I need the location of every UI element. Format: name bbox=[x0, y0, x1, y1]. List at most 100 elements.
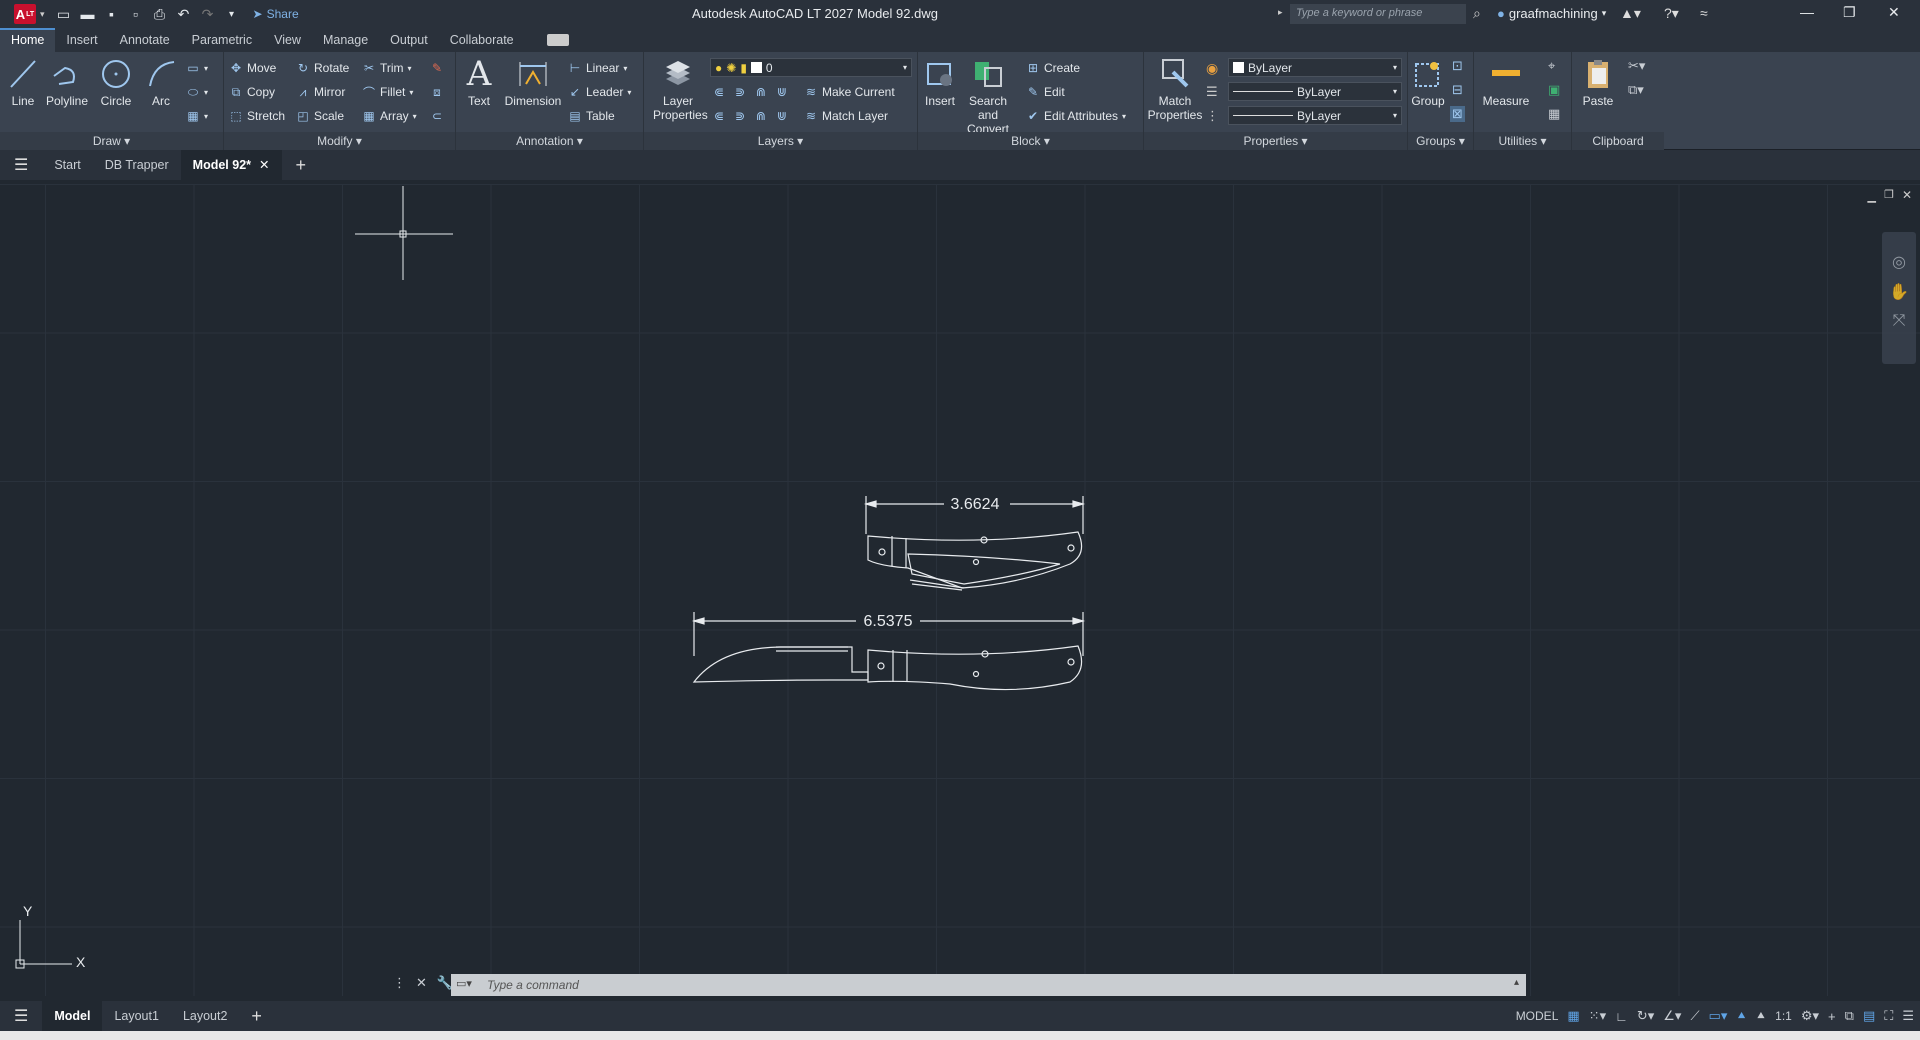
ungroup-icon[interactable]: ⊡ bbox=[1452, 58, 1463, 74]
ribbon-display-toggle-icon[interactable] bbox=[546, 34, 569, 46]
dimension-bottom-text[interactable]: 6.5375 bbox=[864, 613, 913, 630]
clean-screen-icon[interactable]: ⛶ bbox=[1884, 1008, 1893, 1024]
offset-button[interactable]: ⊂ bbox=[430, 106, 444, 126]
hamburger-menu-icon[interactable]: ☰ bbox=[0, 155, 42, 175]
autodesk-app-store-icon[interactable]: ▲▾ bbox=[1620, 5, 1641, 22]
grip-icon[interactable]: ⋮ bbox=[393, 975, 406, 991]
share-button[interactable]: ➤ Share bbox=[253, 7, 299, 21]
minimize-window-icon[interactable]: — bbox=[1800, 4, 1814, 20]
tab-collaborate[interactable]: Collaborate bbox=[439, 28, 525, 52]
close-window-icon[interactable]: ✕ bbox=[1888, 4, 1900, 21]
object-snap-icon[interactable]: ⟋ bbox=[1690, 1008, 1699, 1024]
knife-drawing[interactable]: 3.6624 6.5375 bbox=[680, 484, 1100, 734]
paste-button[interactable]: Paste bbox=[1578, 56, 1618, 108]
redo-icon[interactable]: ↷ bbox=[199, 5, 217, 23]
draw-panel-label[interactable]: Draw ▾ bbox=[0, 132, 223, 150]
ortho-icon[interactable]: ∟ bbox=[1615, 1009, 1628, 1024]
insert-button[interactable]: Insert bbox=[922, 56, 958, 108]
group-selection-icon[interactable]: ⊠ bbox=[1450, 106, 1465, 122]
units-icon[interactable]: ⧉ bbox=[1845, 1008, 1854, 1024]
match-properties-button[interactable]: Match Properties bbox=[1146, 56, 1204, 122]
object-snap-tracking-icon[interactable]: ∠▾ bbox=[1663, 1008, 1681, 1024]
trim-button[interactable]: ✂ Trim ▾ bbox=[362, 58, 412, 78]
doc-tab-model-92[interactable]: Model 92* ✕ bbox=[180, 150, 282, 180]
grid-icon[interactable]: ▦ bbox=[1567, 1008, 1579, 1024]
color-dropdown[interactable]: ByLayer ▾ bbox=[1228, 58, 1402, 77]
annotation-scale-button[interactable]: 1:1 bbox=[1775, 1009, 1792, 1023]
model-space-button[interactable]: MODEL bbox=[1516, 1009, 1559, 1023]
command-input[interactable]: Type a command bbox=[451, 974, 1526, 996]
rectangle-button[interactable]: ▭ ▾ bbox=[186, 58, 208, 78]
block-panel-label[interactable]: Block ▾ bbox=[918, 132, 1143, 150]
workspace-gear-icon[interactable]: ⚙▾ bbox=[1801, 1008, 1819, 1024]
viewport-minimize-icon[interactable]: ▁ bbox=[1868, 190, 1876, 203]
group-edit-icon[interactable]: ⊟ bbox=[1452, 82, 1463, 98]
utilities-panel-label[interactable]: Utilities ▾ bbox=[1474, 132, 1571, 150]
circle-button[interactable]: Circle bbox=[96, 56, 136, 108]
print-icon[interactable]: ⎙ bbox=[151, 5, 169, 23]
tab-annotate[interactable]: Annotate bbox=[109, 28, 181, 52]
layer-off-icon[interactable]: ⋐ bbox=[712, 85, 726, 99]
quick-select-icon[interactable]: ⌖ bbox=[1548, 58, 1555, 74]
layer-unlock-icon[interactable]: ⋓ bbox=[775, 109, 789, 123]
application-menu-button[interactable]: A LT bbox=[14, 4, 36, 24]
calculator-icon[interactable]: ▦ bbox=[1548, 106, 1560, 122]
help-icon[interactable]: ?▾ bbox=[1664, 5, 1679, 22]
stretch-button[interactable]: ⬚ Stretch bbox=[229, 106, 285, 126]
new-tab-icon[interactable]: + bbox=[282, 155, 321, 176]
mirror-button[interactable]: ⩘ Mirror bbox=[296, 82, 346, 102]
restore-window-icon[interactable]: ❐ bbox=[1843, 4, 1856, 21]
create-block-button[interactable]: ⊞ Create bbox=[1026, 58, 1080, 78]
tab-home[interactable]: Home bbox=[0, 28, 56, 52]
fillet-button[interactable]: ⌒ Fillet ▾ bbox=[362, 82, 413, 102]
save-as-icon[interactable]: ▫ bbox=[127, 5, 145, 23]
annotation-monitor-icon[interactable]: + bbox=[1828, 1009, 1836, 1024]
explode-button[interactable]: ⧈ bbox=[430, 82, 444, 102]
layout-tab-layout2[interactable]: Layout2 bbox=[171, 1001, 239, 1031]
undo-icon[interactable]: ↶ bbox=[175, 5, 193, 23]
tab-manage[interactable]: Manage bbox=[312, 28, 379, 52]
ellipse-button[interactable]: ⬭ ▾ bbox=[186, 82, 208, 102]
search-icon[interactable]: ⌕ bbox=[1473, 5, 1481, 22]
layer-properties-button[interactable]: Layer Properties bbox=[648, 56, 708, 122]
close-tab-icon[interactable]: ✕ bbox=[259, 158, 269, 172]
erase-button[interactable]: ✎ bbox=[430, 58, 444, 78]
hamburger-menu-icon[interactable]: ☰ bbox=[0, 1006, 42, 1026]
layer-on-icon[interactable]: ⋐ bbox=[712, 109, 726, 123]
tab-parametric[interactable]: Parametric bbox=[181, 28, 263, 52]
viewport-close-icon[interactable]: ✕ bbox=[1902, 188, 1912, 202]
close-command-icon[interactable]: ✕ bbox=[416, 975, 427, 991]
lineweight-dropdown[interactable]: ByLayer ▾ bbox=[1228, 82, 1402, 101]
match-layer-button[interactable]: ≋ Match Layer bbox=[804, 106, 888, 126]
new-file-icon[interactable]: ▭ bbox=[55, 5, 73, 23]
hatch-button[interactable]: ▦ ▾ bbox=[186, 106, 208, 126]
layer-thaw-icon[interactable]: ⋒ bbox=[754, 109, 768, 123]
line-button[interactable]: Line bbox=[6, 56, 40, 108]
viewport-restore-icon[interactable]: ❐ bbox=[1884, 188, 1894, 201]
layer-dropdown[interactable]: ● ✺ ▮ 0 ▾ bbox=[710, 58, 912, 77]
steering-wheel-icon[interactable]: ◎ bbox=[1889, 252, 1909, 272]
arc-button[interactable]: Arc bbox=[145, 56, 177, 108]
customization-icon[interactable]: ☰ bbox=[1902, 1008, 1914, 1024]
zoom-extents-icon[interactable]: ⤧ bbox=[1889, 312, 1909, 330]
leader-button[interactable]: ↙ Leader ▾ bbox=[568, 82, 631, 102]
drawing-canvas[interactable]: ▁ ❐ ✕ 3.6624 6.5375 Y X bbox=[0, 184, 1920, 996]
help-search-input[interactable]: Type a keyword or phrase bbox=[1290, 4, 1466, 24]
selection-cycling-icon[interactable]: ▭▾ bbox=[1709, 1008, 1728, 1024]
color-wheel-icon[interactable]: ◉ bbox=[1206, 60, 1218, 77]
auto-scale-icon[interactable]: ⯅ bbox=[1756, 1008, 1766, 1024]
layer-freeze-icon[interactable]: ⋒ bbox=[754, 85, 768, 99]
connect-icon[interactable]: ≈ bbox=[1700, 5, 1708, 21]
pan-hand-icon[interactable]: ✋ bbox=[1889, 282, 1909, 302]
edit-block-button[interactable]: ✎ Edit bbox=[1026, 82, 1065, 102]
rotate-button[interactable]: ↻ Rotate bbox=[296, 58, 349, 78]
select-similar-icon[interactable]: ▣ bbox=[1548, 82, 1560, 98]
chevron-right-icon[interactable]: ▸ bbox=[1278, 7, 1283, 18]
polar-tracking-icon[interactable]: ↻▾ bbox=[1637, 1008, 1654, 1024]
tab-insert[interactable]: Insert bbox=[55, 28, 108, 52]
modify-panel-label[interactable]: Modify ▾ bbox=[224, 132, 455, 150]
edit-attributes-button[interactable]: ✔ Edit Attributes ▾ bbox=[1026, 106, 1126, 126]
layer-lock-icon[interactable]: ⋓ bbox=[775, 85, 789, 99]
properties-panel-label[interactable]: Properties ▾ bbox=[1144, 132, 1407, 150]
customize-qat-icon[interactable]: ▾ bbox=[223, 5, 241, 23]
